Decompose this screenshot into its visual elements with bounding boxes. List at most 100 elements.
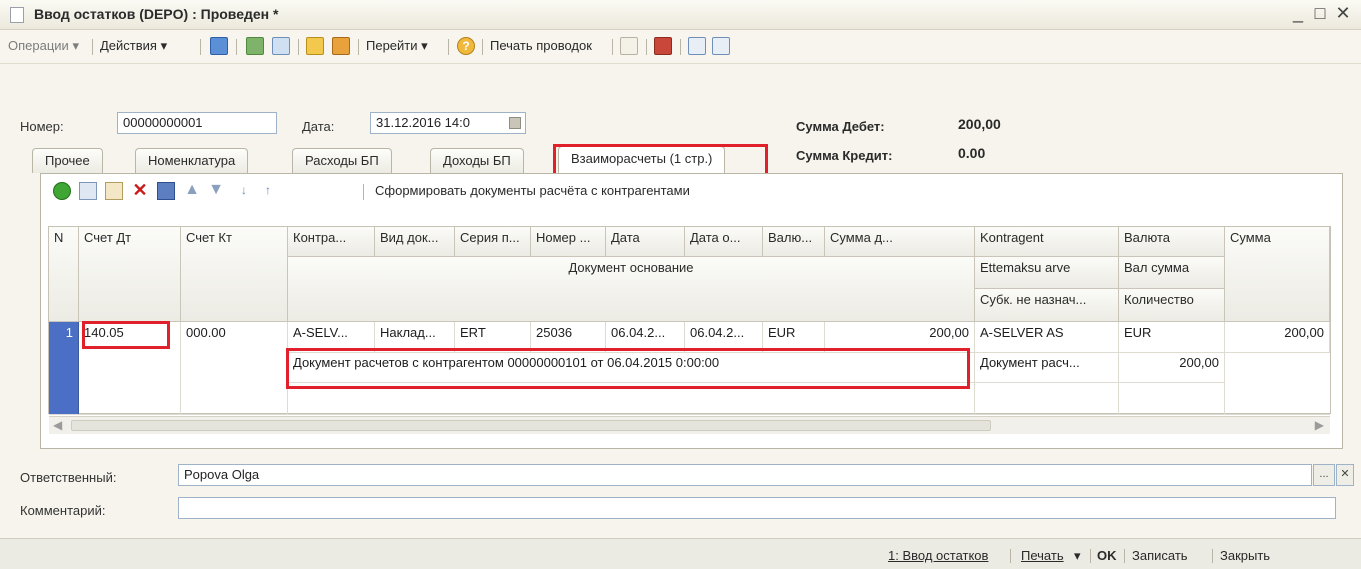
print-menu[interactable]: Печать (1021, 548, 1064, 563)
scroll-thumb[interactable] (71, 420, 991, 431)
date-value: 31.12.2016 14:0 (376, 115, 470, 130)
cell-kontragent[interactable]: A-SELVER AS (975, 322, 1119, 352)
print-dropdown-icon[interactable]: ▾ (1074, 548, 1081, 564)
highlight-box-document (286, 348, 970, 389)
actions-menu[interactable]: Действия ▾ (100, 38, 167, 54)
column-header-n[interactable]: N (49, 227, 79, 322)
structure-icon[interactable] (654, 37, 672, 55)
sort-asc-icon[interactable]: ↓ (235, 182, 253, 200)
doc-link-button[interactable]: 1: Ввод остатков (888, 548, 988, 563)
tab-nomenclature[interactable]: Номенклатура (135, 148, 249, 173)
column-header-doc-basis[interactable]: Документ основание (288, 257, 975, 322)
cell-subk[interactable] (975, 382, 1119, 414)
column-header-sum-d[interactable]: Сумма д... (825, 227, 975, 257)
maximize-button[interactable]: □ (1310, 3, 1330, 24)
column-header-number[interactable]: Номер ... (531, 227, 606, 257)
column-header-series[interactable]: Серия п... (455, 227, 531, 257)
unpost-document-icon[interactable] (332, 37, 350, 55)
operations-menu[interactable]: Операции ▾ (8, 38, 79, 54)
responsible-select-button[interactable]: ... (1313, 464, 1335, 486)
sum-debit-label: Сумма Дебет: (796, 119, 885, 134)
move-up-icon[interactable]: ▲ (183, 182, 201, 200)
column-header-date-o[interactable]: Дата о... (685, 227, 763, 257)
toolbar-separator (612, 39, 613, 55)
column-header-quantity[interactable]: Количество (1119, 289, 1225, 322)
refresh-icon[interactable] (246, 37, 264, 55)
comment-field[interactable] (178, 497, 1336, 519)
cell-quantity[interactable] (1119, 382, 1225, 414)
copy-row-icon[interactable] (79, 182, 97, 200)
generate-settlement-docs-button[interactable]: Сформировать документы расчёта с контраг… (375, 183, 690, 198)
toolbar-separator (200, 39, 201, 55)
tab-expenses[interactable]: Расходы БП (292, 148, 392, 173)
toolbar-separator (482, 39, 483, 55)
horizontal-scrollbar[interactable]: ◀ ▶ (49, 416, 1330, 434)
column-header-contra[interactable]: Контра... (288, 227, 375, 257)
ok-button[interactable]: OK (1097, 548, 1117, 563)
fill-down-icon[interactable] (210, 37, 228, 55)
row-number[interactable]: 1 (49, 322, 79, 414)
responsible-label: Ответственный: (20, 470, 117, 485)
edit-row-icon[interactable] (105, 182, 123, 200)
cell-summa[interactable]: 200,00 (1225, 322, 1330, 352)
print-entries-button[interactable]: Печать проводок (490, 38, 592, 53)
window-title: Ввод остатков (DEPO) : Проведен * (34, 6, 279, 22)
number-field[interactable]: 00000000001 (117, 112, 277, 134)
responsible-clear-button[interactable]: ✕ (1336, 464, 1354, 486)
delete-row-icon[interactable]: ✕ (131, 181, 149, 200)
cell-val-sum[interactable]: 200,00 (1119, 352, 1225, 382)
settings-list-icon[interactable] (712, 37, 730, 55)
column-header-account-dt[interactable]: Счет Дт (79, 227, 181, 322)
toolbar-separator (680, 39, 681, 55)
post-document-icon[interactable] (306, 37, 324, 55)
cell-valuta[interactable]: EUR (1119, 322, 1225, 352)
row-divider (49, 414, 1330, 415)
goto-menu[interactable]: Перейти ▾ (366, 38, 428, 54)
toolbar-separator (236, 39, 237, 55)
toolbar-separator (358, 39, 359, 55)
tab-income[interactable]: Доходы БП (430, 148, 524, 173)
footer-separator (1212, 549, 1213, 563)
toolbar-separator (298, 39, 299, 55)
minimize-button[interactable]: _ (1288, 3, 1308, 24)
add-row-icon[interactable] (53, 182, 71, 200)
document-window: Ввод остатков (DEPO) : Проведен * _ □ ✕ … (0, 0, 1361, 569)
sort-desc-icon[interactable]: ↑ (259, 182, 277, 200)
save-button[interactable]: Записать (1132, 548, 1188, 563)
cell-ettemaksu[interactable]: Документ расч... (975, 352, 1119, 382)
column-header-doc-type[interactable]: Вид док... (375, 227, 455, 257)
document-icon (10, 7, 24, 23)
column-header-account-kt[interactable]: Счет Кт (181, 227, 288, 322)
scroll-right-icon[interactable]: ▶ (1315, 418, 1324, 432)
column-header-kontragent[interactable]: Kontragent (975, 227, 1119, 257)
footer-separator (1124, 549, 1125, 563)
date-field[interactable]: 31.12.2016 14:0 (370, 112, 526, 134)
toolbar-separator (363, 184, 364, 200)
move-down-icon[interactable]: ▼ (207, 182, 225, 200)
column-header-ettemaksu[interactable]: Ettemaksu arve (975, 257, 1119, 289)
column-header-valuta[interactable]: Валюта (1119, 227, 1225, 257)
column-header-subk[interactable]: Субк. не назнач... (975, 289, 1119, 322)
column-header-date[interactable]: Дата (606, 227, 685, 257)
scroll-left-icon[interactable]: ◀ (53, 418, 62, 432)
column-header-currency[interactable]: Валю... (763, 227, 825, 257)
dt-kt-icon[interactable] (620, 37, 638, 55)
footer-bar: 1: Ввод остатков Печать ▾ OK Записать За… (0, 538, 1361, 569)
responsible-field[interactable]: Popova Olga (178, 464, 1312, 486)
highlight-box-account (82, 321, 170, 349)
end-edit-icon[interactable] (157, 182, 175, 200)
cell-account-kt[interactable]: 000.00 (181, 322, 288, 414)
close-window-button[interactable]: ✕ (1333, 3, 1353, 24)
document-view-icon[interactable] (272, 37, 290, 55)
main-toolbar: Операции ▾ Действия ▾ Перейти ▾ ? Печать… (0, 30, 1361, 64)
close-button[interactable]: Закрыть (1220, 548, 1270, 563)
tab-other[interactable]: Прочее (32, 148, 103, 173)
column-header-val-sum[interactable]: Вал сумма (1119, 257, 1225, 289)
number-label: Номер: (20, 119, 64, 134)
footer-separator (1090, 549, 1091, 563)
toolbar-separator (92, 39, 93, 55)
help-icon[interactable]: ? (457, 37, 475, 55)
list-icon[interactable] (688, 37, 706, 55)
calendar-icon[interactable] (509, 117, 521, 129)
column-header-summa[interactable]: Сумма (1225, 227, 1330, 322)
